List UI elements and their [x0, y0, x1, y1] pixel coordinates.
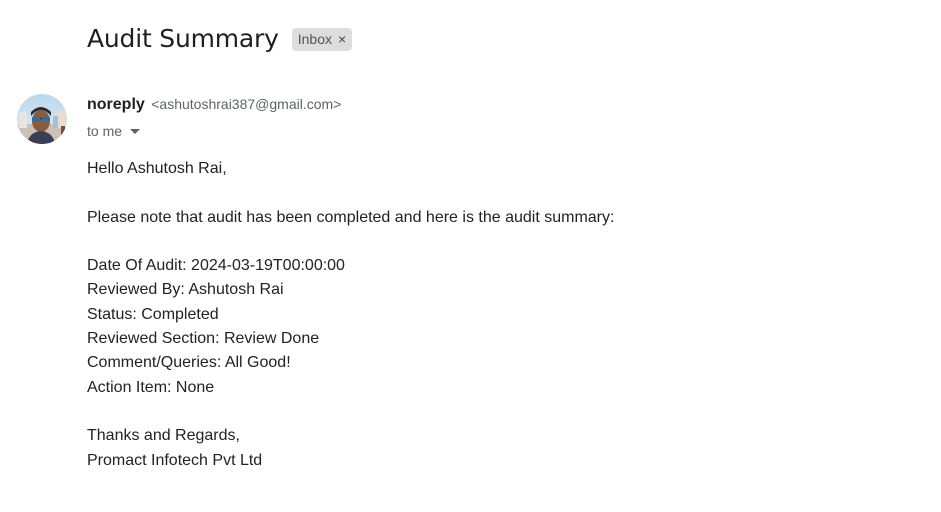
sender-name[interactable]: noreply — [87, 96, 145, 113]
subject-row: Audit Summary Inbox × — [87, 24, 353, 53]
inbox-label-chip[interactable]: Inbox × — [291, 28, 353, 51]
recipient-label: to me — [87, 123, 123, 139]
recipient-row[interactable]: to me — [87, 123, 141, 139]
detail-line: Comment/Queries: All Good! — [87, 354, 291, 372]
sender-email: <ashutoshrai387@gmail.com> — [151, 96, 342, 112]
email-subject: Audit Summary — [87, 24, 279, 53]
email-view: Audit Summary Inbox × noreply <ashutoshr… — [0, 0, 941, 512]
detail-line: Reviewed By: Ashutosh Rai — [87, 281, 284, 299]
company-signature: Promact Infotech Pvt Ltd — [87, 451, 263, 469]
detail-line: Reviewed Section: Review Done — [87, 330, 320, 348]
email-body: Hello Ashutosh Rai, Please note that aud… — [87, 157, 614, 473]
detail-line: Action Item: None — [87, 378, 215, 396]
greeting: Hello Ashutosh Rai, — [87, 160, 227, 177]
avatar-photo-icon — [17, 94, 67, 144]
caret-down-icon[interactable] — [130, 128, 141, 134]
avatar[interactable] — [17, 94, 67, 144]
label-text: Inbox — [297, 31, 332, 47]
closing: Thanks and Regards, — [87, 427, 240, 445]
intro-text: Please note that audit has been complete… — [87, 208, 615, 226]
sender-row: noreply <ashutoshrai387@gmail.com> — [87, 96, 341, 114]
close-icon[interactable]: × — [338, 31, 346, 47]
detail-line: Status: Completed — [87, 305, 219, 323]
detail-line: Date Of Audit: 2024-03-19T00:00:00 — [87, 257, 345, 275]
